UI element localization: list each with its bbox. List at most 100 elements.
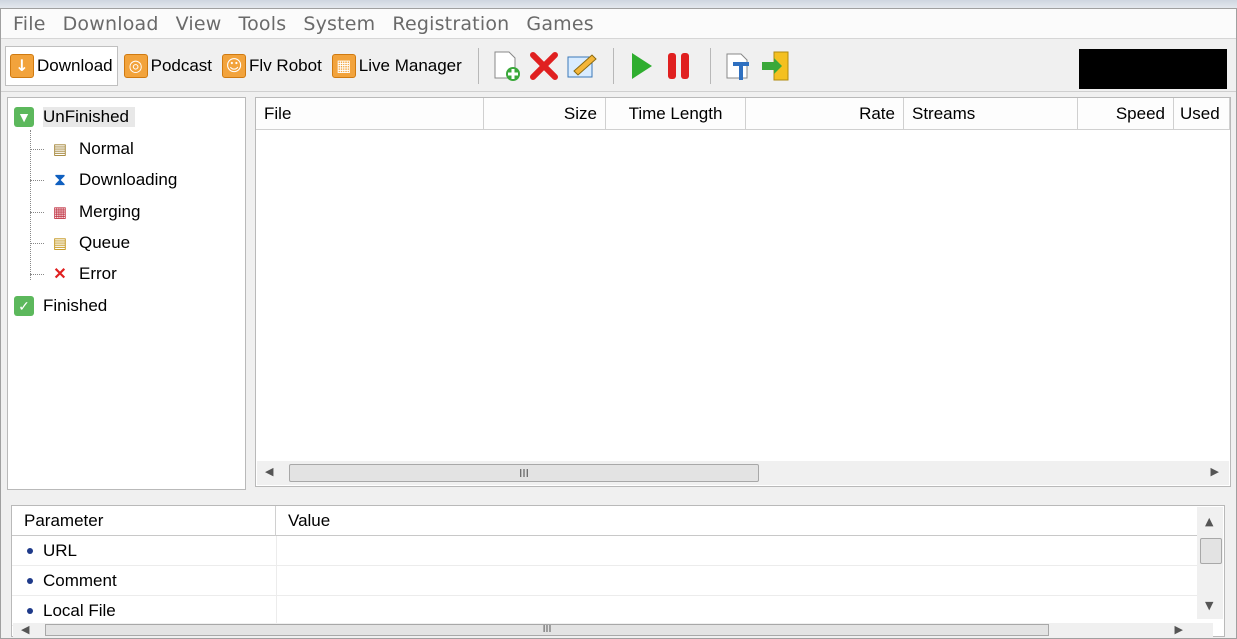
tree-item-queue-label: Queue — [79, 233, 131, 252]
download-list: File Size Time Length Rate Streams Speed… — [255, 97, 1231, 487]
column-header-parameter-label: Parameter — [24, 510, 104, 530]
tree-item-merging-label: Merging — [79, 202, 141, 221]
preview-box — [1079, 49, 1227, 89]
tree-line — [30, 212, 44, 213]
column-header-parameter[interactable]: Parameter — [12, 506, 276, 536]
tree-line — [30, 274, 44, 275]
tree-item-normal-label: Normal — [79, 139, 134, 158]
param-row[interactable]: Comment — [12, 566, 1197, 596]
move-icon — [726, 53, 749, 80]
tree-line — [30, 243, 44, 244]
tree-item-finished-label: Finished — [43, 296, 108, 315]
bullet-icon — [27, 607, 33, 614]
tree-item-unfinished[interactable]: ▼ UnFinished — [14, 104, 135, 130]
scroll-up-icon[interactable]: ▲ — [1205, 515, 1213, 528]
param-row[interactable]: URL — [12, 536, 1197, 566]
merging-icon: ▦ — [52, 204, 68, 221]
column-header-time-length[interactable]: Time Length — [606, 98, 746, 130]
tree-item-downloading-label: Downloading — [79, 170, 178, 189]
menu-games[interactable]: Games — [518, 13, 601, 35]
column-header-streams[interactable]: Streams — [904, 98, 1078, 130]
tree-item-merging[interactable]: ▦ Merging — [50, 199, 141, 225]
download-button-label: Download — [37, 55, 113, 75]
robot-icon: ☺ — [222, 53, 247, 78]
podcast-button-label: Podcast — [150, 55, 213, 75]
param-scroll-thumb[interactable] — [1200, 538, 1222, 564]
menu-bar: File Download View Tools System Registra… — [1, 9, 1236, 39]
column-header-rate[interactable]: Rate — [746, 98, 904, 130]
move-button[interactable] — [721, 46, 755, 86]
tree-item-error[interactable]: ✕ Error — [50, 261, 117, 287]
param-url-label: URL — [43, 540, 78, 560]
live-manager-icon: ▦ — [331, 53, 356, 78]
pause-button[interactable] — [662, 46, 696, 86]
unfinished-icon: ▼ — [14, 107, 34, 127]
param-column-divider — [276, 536, 277, 634]
param-row[interactable]: Local File — [12, 596, 1197, 626]
import-button[interactable] — [759, 46, 793, 86]
column-header-rate-label: Rate — [859, 103, 895, 123]
bullet-icon — [27, 577, 33, 584]
toolbar-separator — [709, 47, 711, 84]
scroll-left-icon[interactable]: ◀ — [21, 623, 29, 636]
menu-download[interactable]: Download — [55, 13, 167, 35]
column-header-speed-label: Speed — [1115, 103, 1165, 123]
list-scroll-thumb[interactable]: III — [289, 464, 759, 482]
delete-icon — [529, 51, 558, 80]
error-icon: ✕ — [53, 266, 67, 283]
tree-line — [30, 180, 44, 181]
param-comment-label: Comment — [43, 570, 117, 590]
list-scroll-grip: III — [519, 466, 529, 480]
column-header-used[interactable]: Used — [1174, 98, 1230, 130]
param-vertical-scrollbar[interactable]: ▲ ▼ — [1197, 507, 1223, 619]
tree-item-error-label: Error — [79, 264, 117, 283]
tree-item-normal[interactable]: ▤ Normal — [50, 136, 134, 162]
download-icon: ↓ — [10, 53, 34, 78]
import-icon — [761, 51, 789, 80]
column-header-value[interactable]: Value — [276, 506, 1197, 536]
flv-robot-button[interactable]: ☺ Flv Robot — [218, 46, 326, 86]
menu-system[interactable]: System — [295, 13, 383, 35]
edit-button[interactable] — [565, 46, 599, 86]
start-button[interactable] — [624, 46, 658, 86]
param-horizontal-scrollbar[interactable]: ◀ III ▶ — [13, 623, 1213, 637]
start-icon — [631, 52, 652, 79]
scroll-left-icon[interactable]: ◀ — [265, 465, 273, 478]
column-header-value-label: Value — [288, 510, 331, 530]
column-header-speed[interactable]: Speed — [1078, 98, 1174, 130]
tree-item-queue[interactable]: ▤ Queue — [50, 230, 130, 256]
new-task-button[interactable] — [489, 46, 523, 86]
tree-line — [30, 149, 44, 150]
podcast-button[interactable]: ◎ Podcast — [120, 46, 216, 86]
checkmark-icon: ✓ — [14, 296, 34, 316]
column-header-streams-label: Streams — [912, 103, 976, 123]
bullet-icon — [27, 547, 33, 554]
param-hscroll-thumb[interactable]: III — [45, 624, 1049, 636]
main-window: File Download View Tools System Registra… — [0, 8, 1237, 639]
column-header-size-label: Size — [563, 103, 597, 123]
column-header-file[interactable]: File — [256, 98, 484, 130]
scroll-right-icon[interactable]: ▶ — [1211, 465, 1219, 478]
column-header-size[interactable]: Size — [484, 98, 606, 130]
list-horizontal-scrollbar[interactable]: ◀ III ▶ — [257, 461, 1229, 485]
param-local-file-label: Local File — [43, 600, 116, 620]
hourglass-icon: ⧗ — [54, 170, 66, 189]
menu-file[interactable]: File — [5, 13, 54, 35]
podcast-icon: ◎ — [123, 53, 148, 78]
scroll-down-icon[interactable]: ▼ — [1205, 599, 1213, 612]
normal-icon: ▤ — [52, 141, 68, 158]
toolbar-separator — [477, 47, 479, 84]
tree-item-finished[interactable]: ✓ Finished — [14, 293, 107, 319]
edit-icon — [567, 53, 597, 77]
download-button[interactable]: ↓ Download — [5, 45, 118, 86]
live-manager-button[interactable]: ▦ Live Manager — [328, 46, 466, 86]
scroll-right-icon[interactable]: ▶ — [1175, 623, 1183, 636]
menu-tools[interactable]: Tools — [231, 13, 295, 35]
tree-item-downloading[interactable]: ⧗ Downloading — [50, 167, 177, 193]
menu-view[interactable]: View — [168, 13, 230, 35]
new-task-icon — [494, 51, 520, 81]
column-header-used-label: Used — [1180, 103, 1220, 123]
delete-button[interactable] — [527, 46, 561, 86]
menu-registration[interactable]: Registration — [384, 13, 517, 35]
pause-icon — [667, 52, 689, 79]
